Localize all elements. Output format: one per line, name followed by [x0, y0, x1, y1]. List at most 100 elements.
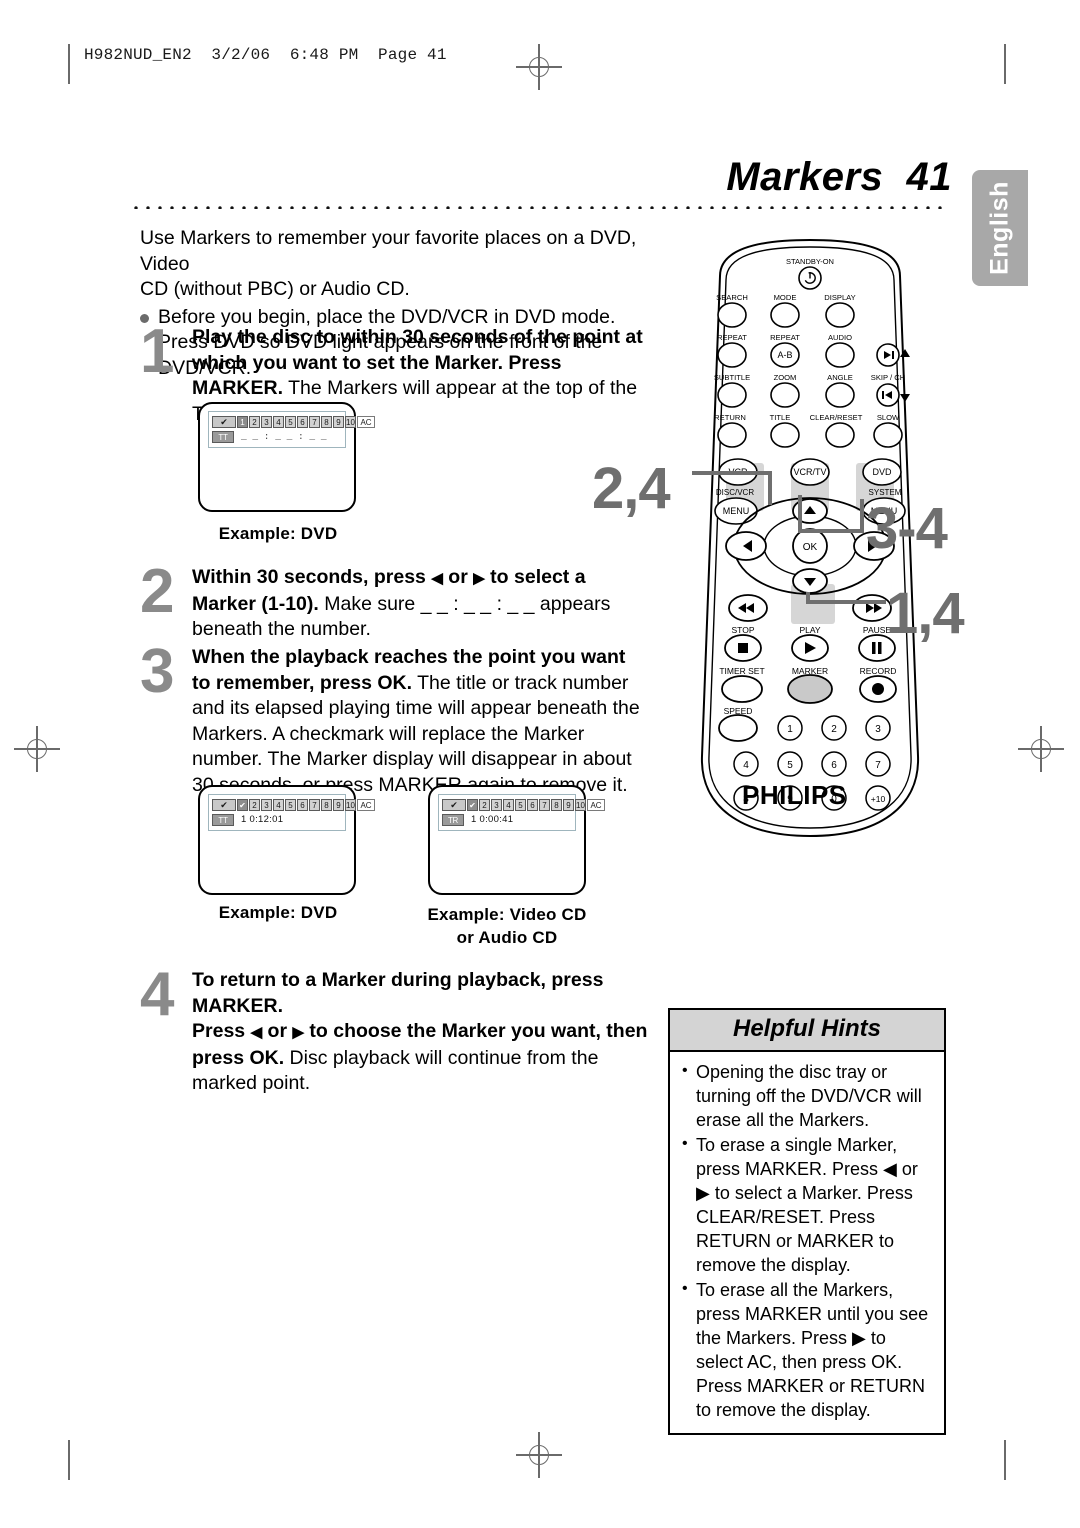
svg-text:MODE: MODE [774, 293, 797, 302]
step-1-number: 1 [140, 317, 175, 386]
leader-line-arrows-v [768, 471, 772, 505]
osd-marker-cell: 10 [345, 798, 356, 811]
osd-marker-cell: 3 [261, 798, 272, 811]
intro-line-2: CD (without PBC) or Audio CD. [140, 278, 410, 300]
svg-text:RECORD: RECORD [860, 666, 897, 676]
trim-mark [1004, 44, 1006, 84]
svg-text:ANGLE: ANGLE [827, 373, 853, 382]
svg-text:7: 7 [875, 760, 881, 771]
caption-line-2: or Audio CD [456, 928, 558, 947]
leader-line-arrows-h [692, 471, 772, 475]
svg-text:REPEAT: REPEAT [770, 333, 800, 342]
svg-text:A-B: A-B [777, 350, 792, 360]
osd-marker-row-2: ✔ ✔ 2 3 4 5 6 7 8 9 10 AC [212, 798, 375, 811]
svg-text:1: 1 [787, 724, 793, 735]
osd-marker-cell-checked: ✔ [467, 798, 478, 811]
svg-text:TIMER SET: TIMER SET [719, 666, 764, 676]
caption-example-videocd: Example: Video CD or Audio CD [408, 903, 606, 949]
svg-text:SEARCH: SEARCH [716, 293, 748, 302]
osd-marker-cell: 10 [345, 415, 356, 428]
leader-line-marker-h [806, 600, 886, 604]
step-2-body: Within 30 seconds, press or to select a … [192, 565, 650, 643]
intro-line-1: Use Markers to remember your favorite pl… [140, 227, 637, 275]
svg-text:CLEAR/RESET: CLEAR/RESET [810, 413, 863, 422]
svg-text:RETURN: RETURN [714, 413, 746, 422]
osd-marker-cell: 6 [297, 798, 308, 811]
osd-marker-cell: 2 [249, 798, 260, 811]
hint-item: Opening the disc tray or turning off the… [680, 1059, 934, 1132]
osd-marker-cell: 9 [333, 415, 344, 428]
osd-marker-cell: 7 [309, 798, 320, 811]
step-2-bold-b: or [442, 566, 474, 588]
callout-ok: 3-4 [866, 496, 948, 561]
osd-marker-cell: 8 [321, 798, 332, 811]
osd-marker-cell: 4 [273, 798, 284, 811]
svg-text:STOP: STOP [732, 625, 755, 635]
svg-text:REPEAT: REPEAT [717, 333, 747, 342]
osd-type-tag: TT [212, 430, 234, 443]
svg-text:SKIP / CH: SKIP / CH [871, 373, 905, 382]
osd-info-row-1: TT _ _ : _ _ : _ _ [212, 430, 342, 443]
page-title: Markers 41 [726, 155, 952, 199]
leader-line-ok-h [800, 529, 864, 533]
step-2-bold-a: Within 30 seconds, press [192, 566, 432, 588]
osd-marker-cell: 9 [563, 798, 574, 811]
step-4-number: 4 [140, 960, 175, 1029]
trim-mark [1004, 1440, 1006, 1480]
registration-mark-top [516, 44, 562, 90]
language-tab: English [972, 170, 1028, 286]
svg-text:SLOW: SLOW [877, 413, 900, 422]
osd-marker-cell: 6 [527, 798, 538, 811]
osd-marker-cell: 7 [539, 798, 550, 811]
left-arrow-icon [251, 1020, 263, 1042]
step-3: 3 When the playback reaches the point yo… [140, 637, 645, 798]
step-4-bold-1: To return to a Marker during playback, p… [192, 969, 604, 1017]
title-divider [130, 203, 948, 209]
osd-marker-cell-ac: AC [357, 415, 375, 428]
svg-text:DVD: DVD [872, 467, 892, 477]
osd-marker-cell: 2 [249, 415, 260, 428]
osd-marker-cell: 8 [321, 415, 332, 428]
osd-marker-cell: 6 [297, 415, 308, 428]
step-4-bold-2b: or [262, 1020, 293, 1042]
language-tab-label: English [985, 181, 1014, 275]
leader-line-ok-v [860, 499, 864, 533]
osd-marker-cell: 3 [491, 798, 502, 811]
osd-panel-1: ✔ 1 2 3 4 5 6 7 8 9 10 AC TT _ _ : _ _ :… [208, 411, 375, 448]
osd-marker-row-1: ✔ 1 2 3 4 5 6 7 8 9 10 AC [212, 415, 375, 428]
svg-text:2: 2 [831, 724, 837, 735]
callout-arrows: 2,4 [592, 456, 671, 521]
osd-panel-3: ✔ ✔ 2 3 4 5 6 7 8 9 10 AC TR 1 0:00:41 [438, 794, 605, 831]
callout-marker: 1,4 [886, 581, 965, 646]
osd-marker-cell-ac: AC [357, 798, 375, 811]
osd-time-value: 1 0:12:01 [241, 814, 284, 825]
osd-marker-cell: 5 [285, 415, 296, 428]
caption-line-1: Example: Video CD [427, 905, 587, 924]
svg-text:OK: OK [803, 542, 818, 553]
osd-info-row-2: TT 1 0:12:01 [212, 813, 342, 826]
svg-text:DISC/VCR: DISC/VCR [716, 488, 754, 497]
step-3-number: 3 [140, 637, 175, 706]
osd-time-value: 1 0:00:41 [471, 814, 514, 825]
tv-screen-example-3: ✔ ✔ 2 3 4 5 6 7 8 9 10 AC TR 1 0:00:41 [428, 785, 605, 895]
svg-text:4: 4 [743, 760, 749, 771]
registration-mark-left [14, 726, 60, 772]
step-4-body: To return to a Marker during playback, p… [192, 968, 650, 1097]
right-arrow-icon [473, 566, 485, 588]
svg-text:3: 3 [875, 724, 881, 735]
checkmark-icon: ✔ [212, 415, 236, 428]
osd-marker-cell: 4 [273, 415, 284, 428]
svg-text:ZOOM: ZOOM [774, 373, 797, 382]
hint-item: To erase a single Marker, press MARKER. … [680, 1132, 934, 1277]
step-2: 2 Within 30 seconds, press or to select … [140, 561, 650, 643]
osd-marker-cell-checked: ✔ [237, 798, 248, 811]
osd-marker-cell-ac: AC [587, 798, 605, 811]
osd-marker-cell: 10 [575, 798, 586, 811]
philips-logo: PHILIPS [742, 780, 847, 810]
svg-text:SUBTITLE: SUBTITLE [714, 373, 750, 382]
step-4-bold-2a: Press [192, 1020, 251, 1042]
step-4: 4 To return to a Marker during playback,… [140, 960, 650, 1097]
svg-text:VCR/TV: VCR/TV [793, 467, 826, 477]
step-3-body: When the playback reaches the point you … [192, 645, 645, 798]
osd-marker-row-3: ✔ ✔ 2 3 4 5 6 7 8 9 10 AC [442, 798, 605, 811]
